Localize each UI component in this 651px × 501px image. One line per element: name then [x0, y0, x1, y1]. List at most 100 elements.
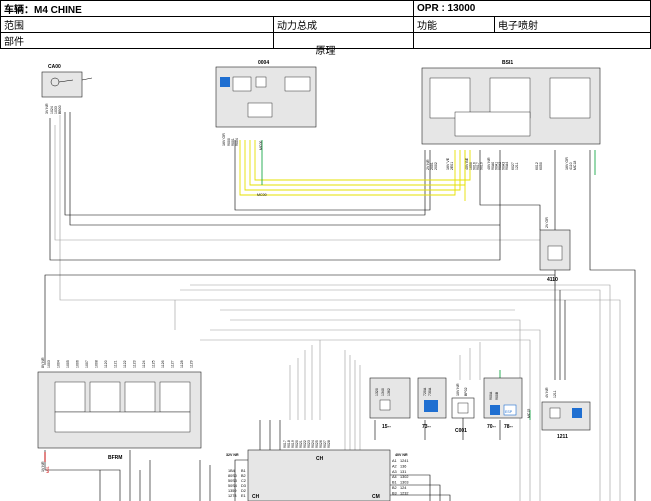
cm-right-pin-label: 1303	[400, 481, 408, 485]
c15-wire-label: 1340	[381, 388, 385, 396]
c70-wire-label: 900A	[489, 391, 493, 400]
bsi1-wire-label: 1211	[515, 162, 519, 170]
bsi1-wire-label: MC18	[573, 161, 577, 170]
ca00-label: CA00	[48, 64, 61, 70]
bsi1-wire-label: 9019	[480, 162, 484, 170]
c001-wire-label: BP02	[464, 387, 468, 396]
c73-wire-label: 720A	[423, 387, 427, 396]
cm-right-pin-id: A4	[392, 475, 397, 479]
bfrm-wire-label: 1005	[66, 360, 70, 368]
ch-left-pin-label: 80S0	[228, 474, 237, 478]
c1211-pin-label: 4V NR	[545, 387, 549, 398]
function-value: 电子喷射	[494, 16, 651, 33]
cm-right-pin-label: 1232	[400, 491, 408, 495]
c78-label: 78--	[504, 424, 513, 430]
bsi1-label: BSI1	[502, 60, 513, 66]
ch-top-label: CH	[316, 456, 324, 462]
cm-right-pin-label: 124	[400, 486, 406, 490]
bfrm-component: BFRM 8V NR 1V NR	[37, 357, 202, 472]
ch-left-pin-label: 50S3	[228, 479, 237, 483]
bfrm-wire-label: 1006	[76, 360, 80, 368]
wiring-diagram: CA00 3V NR 0004 16V GR MC00 BSI1 2V NR 1…	[37, 60, 636, 501]
c1211-wire-label: 1211	[553, 390, 557, 398]
c15-component: 15--	[369, 377, 411, 430]
bfrm-label: BFRM	[108, 455, 122, 461]
bfrm-wire-label: 1007	[85, 360, 89, 368]
scope-cell: 范围 动力总成	[0, 16, 414, 33]
opr-cell: OPR : 13000	[413, 0, 651, 17]
c0004-green-wire-label: MC00	[259, 141, 263, 150]
c4110-label: 4110	[547, 277, 558, 283]
ch-left-pin-id: B1	[241, 469, 246, 473]
assembly-label: 动力总成	[277, 21, 317, 32]
cm-right-pin-id: B3	[392, 491, 397, 495]
cm-right-pin-id: A2	[392, 464, 397, 468]
bsi1-wire-label: 6050	[539, 162, 543, 170]
c0004-pin-label: 16V GR	[222, 133, 226, 146]
c0004-bottom-wire: MC00	[257, 193, 267, 197]
c70-wire-label: 900B	[495, 391, 499, 400]
ch-pin-label: 32V NR	[226, 453, 239, 457]
vehicle-cell: 车辆：M4 CHINE	[0, 0, 414, 17]
ch-left-pin-id: E1	[241, 494, 246, 498]
cm-right-pin-label: 136	[400, 464, 406, 468]
ca00-pin-label: 3V NR	[45, 103, 49, 114]
ch-left-pin-label: 1359	[228, 489, 236, 493]
c15-wire-label: 1362	[387, 388, 391, 396]
ch-left-pin-id: B2	[241, 474, 246, 478]
ch-left-pin-id: C2	[241, 479, 246, 483]
bfrm-bottom-pin-label: 1V NR	[41, 461, 45, 472]
esp-label: ESP	[505, 410, 513, 414]
cm-pin-label: 40V NR	[395, 453, 408, 457]
c1211-component: 1211 4V NR	[541, 387, 591, 440]
cm-right-pin-label: 1241	[400, 459, 408, 463]
bfrm-wire-label: 1004	[57, 360, 61, 368]
bfrm-wire-label: 1123	[133, 360, 137, 368]
bsi1-wire-label: 90A4	[505, 162, 509, 170]
function-label: 功能	[413, 16, 495, 33]
bfrm-wire-label: 1128	[180, 360, 184, 368]
c70-c78-component: ESP 70-- 78--	[483, 377, 523, 430]
bsi1-wire-label: 2002	[434, 162, 438, 170]
bfrm-wire-label: 1126	[161, 360, 165, 368]
scope-label: 范围	[1, 17, 274, 32]
bfrm-wire-label: 1003	[47, 360, 51, 368]
c73-wire-label: 730A	[428, 387, 432, 396]
opr-label: OPR : 13000	[417, 3, 476, 14]
bfrm-wire-label: 1124	[142, 360, 146, 368]
ch-left-pin-label: 1B4	[228, 469, 235, 473]
bfrm-wire-label: 1127	[171, 360, 175, 368]
ch-left-pin-label: 1278	[228, 494, 236, 498]
bfrm-wire-label: 1121	[114, 360, 118, 368]
bsi1-wire-label: 2E01	[450, 162, 454, 170]
ch-left-pin-id: D2	[241, 489, 246, 493]
c0004-wire-label: 9004	[235, 138, 239, 146]
ch-left-pin-label: 50S4	[228, 484, 237, 488]
cm-right-pin-label: 131	[400, 470, 406, 474]
ch-left-label: CH	[252, 494, 260, 500]
c73-label: 73--	[422, 424, 431, 430]
c001-pin-label: 10V NR	[456, 383, 460, 396]
bfrm-wire-label: 1129	[190, 360, 194, 368]
c70-label: 70--	[487, 424, 496, 430]
bundle-wire-label: 9028	[327, 440, 331, 448]
bfrm-pin-label: 8V NR	[41, 357, 45, 368]
c4110-pin-label: 2V GR	[545, 217, 549, 228]
bsi1-component: BSI1 2V NR 16V VE 40V BE 40V NR 16V GR	[421, 60, 601, 170]
bfrm-wire-label: 1122	[123, 360, 127, 368]
c001-label: C001	[455, 428, 467, 434]
c78-wire-label: MC15	[527, 409, 531, 418]
c15-wire-label: 1320	[375, 388, 379, 396]
cm-right-pin-label: 1302	[400, 475, 408, 479]
c1211-label: 1211	[557, 434, 568, 440]
c0004-label: 0004	[258, 60, 269, 66]
c0004-component: 0004 16V GR MC00	[215, 60, 317, 197]
ch-left-pin-id: D3	[241, 484, 246, 488]
bfrm-wire-label: 1008	[95, 360, 99, 368]
c15-label: 15--	[382, 424, 391, 430]
bfrm-bottom-wire-label: M01	[46, 466, 50, 473]
c73-component: 73--	[417, 377, 447, 430]
cm-right-pin-id: A3	[392, 470, 397, 474]
cm-right-pin-id: A1	[392, 459, 397, 463]
cm-right-pin-id: B2	[392, 486, 397, 490]
